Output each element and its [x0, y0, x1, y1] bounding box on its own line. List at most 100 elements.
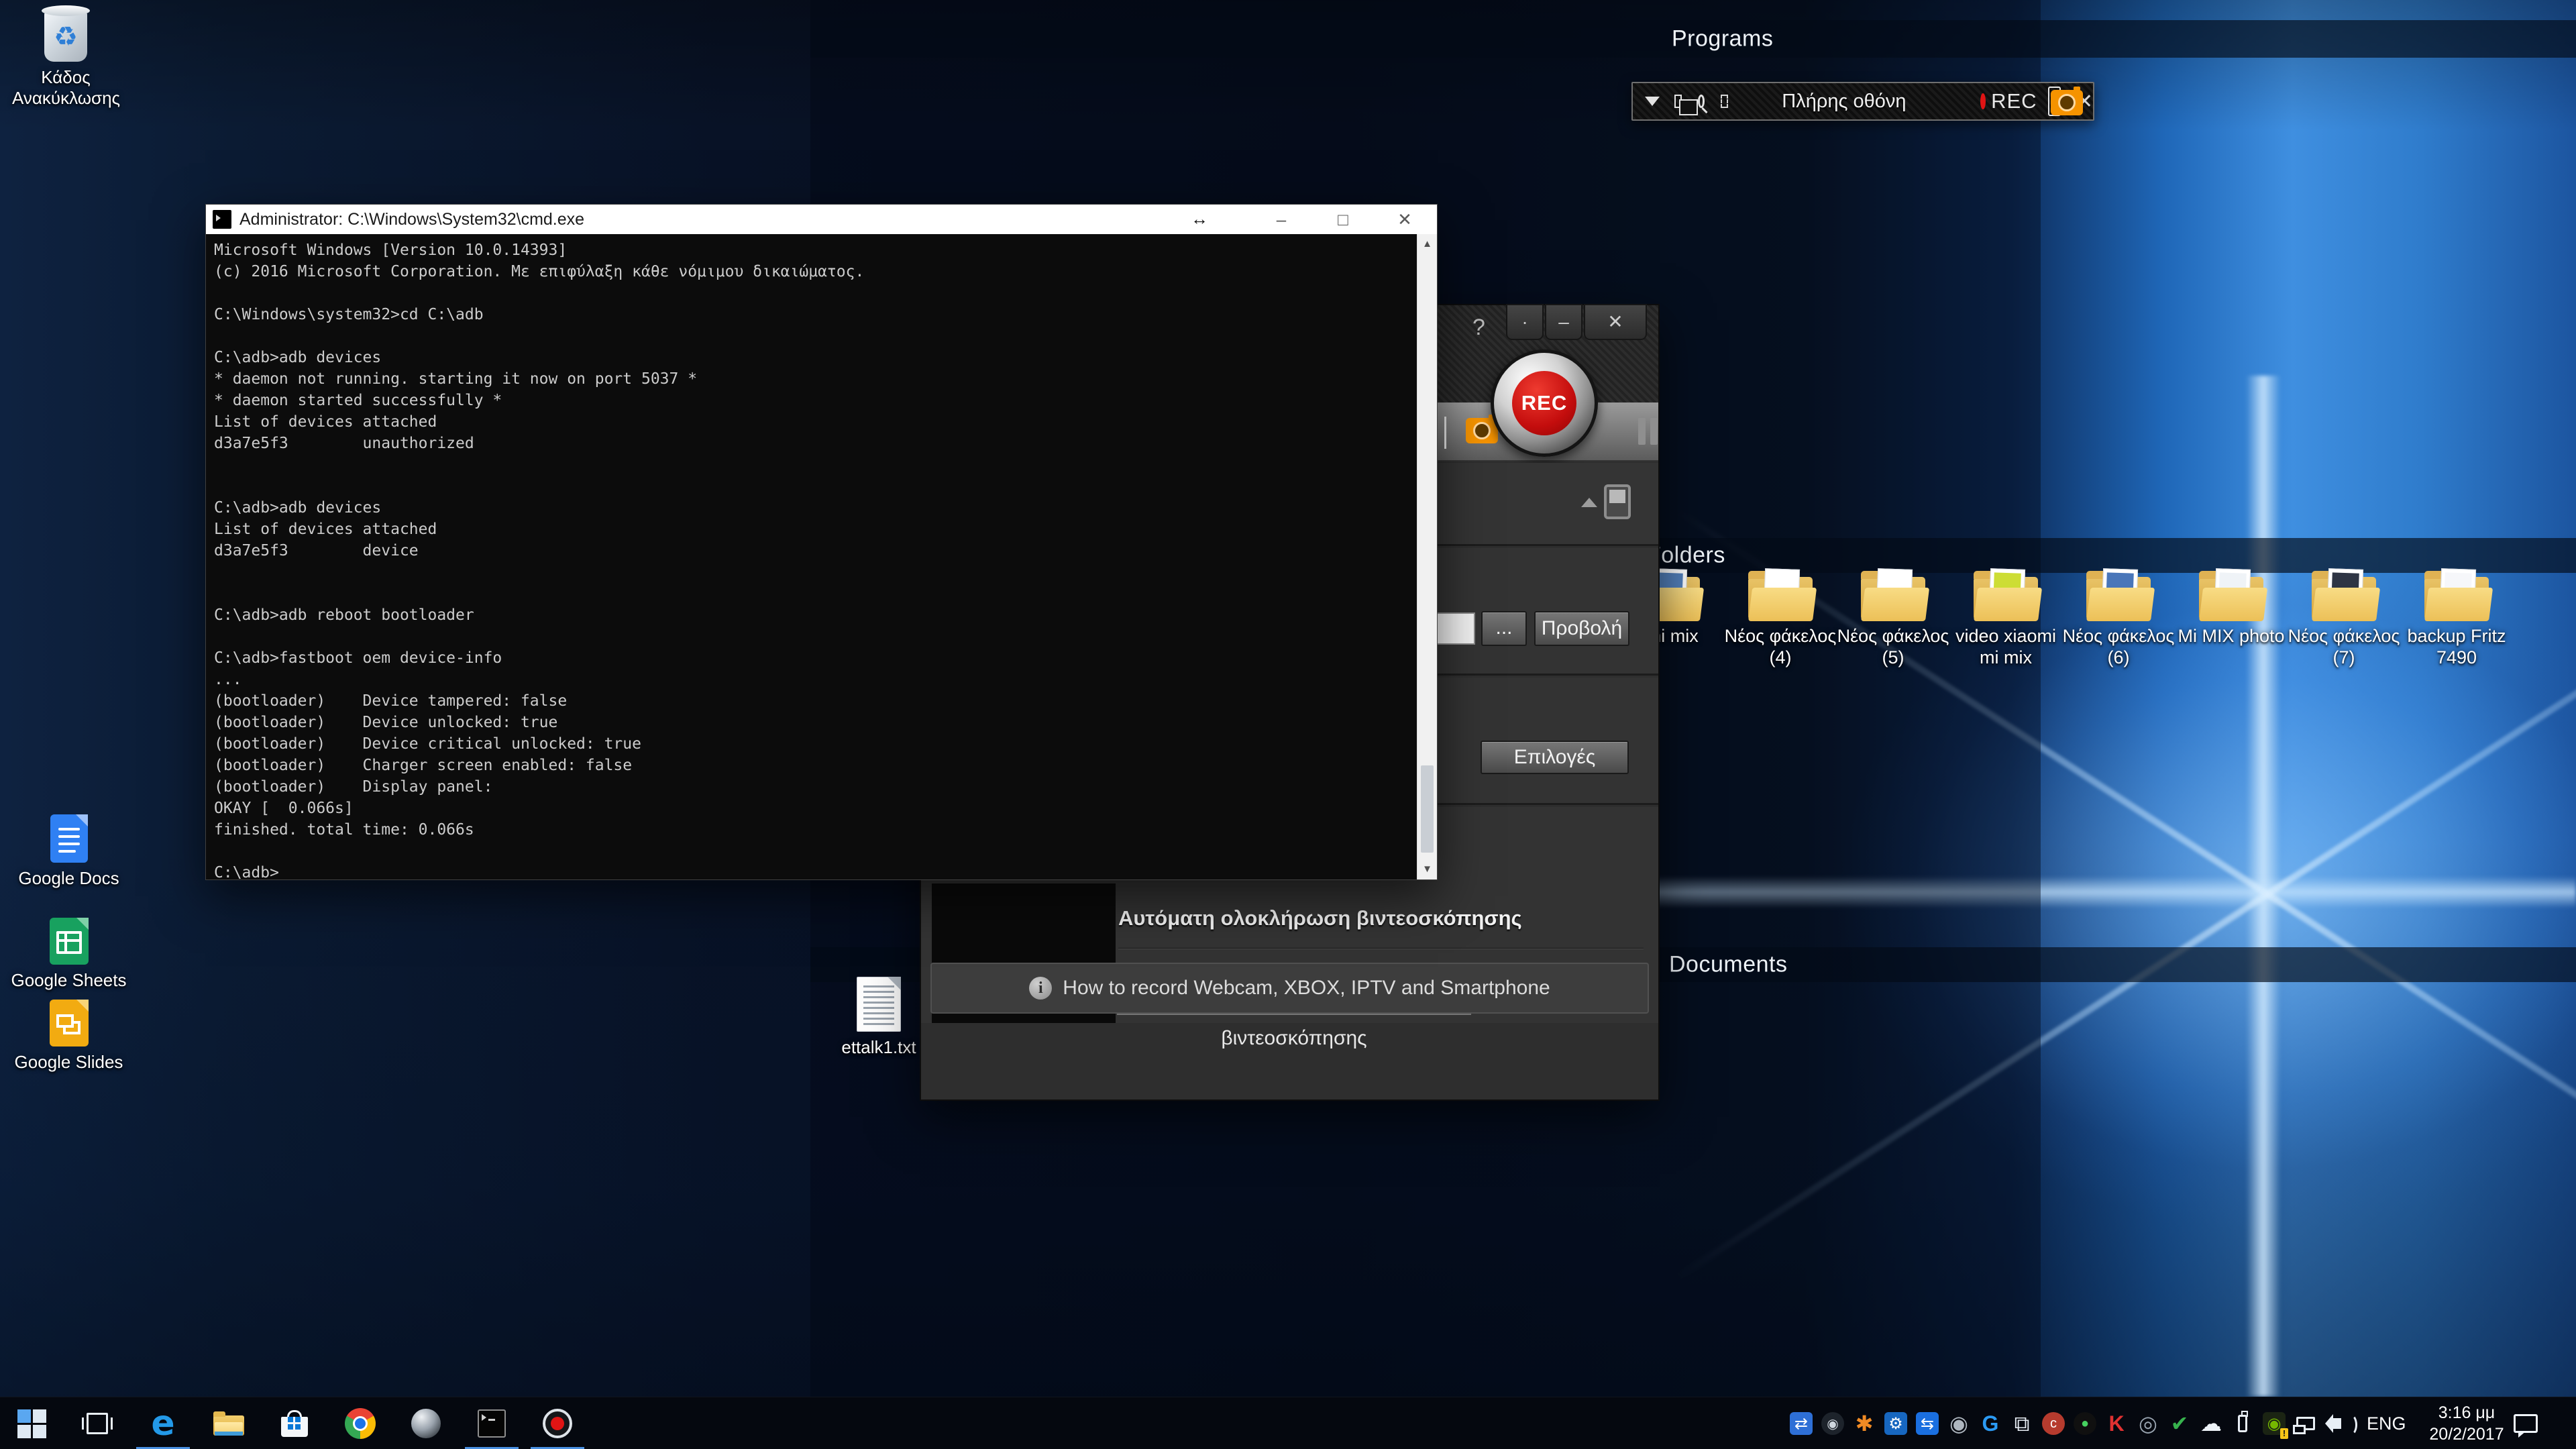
file-explorer-app[interactable] [205, 1397, 252, 1449]
info-text: How to record Webcam, XBOX, IPTV and Sma… [1063, 977, 1550, 1000]
cmd-line [214, 282, 1417, 304]
cmd-line: ... [214, 669, 1417, 690]
folder-icon [1860, 568, 1927, 621]
folder-item[interactable]: Νέος φάκελος (5) [1837, 568, 1949, 668]
minimize-button[interactable]: – [1258, 205, 1305, 234]
network-icon[interactable] [2290, 1397, 2321, 1449]
screenshot-camera-icon[interactable] [1466, 418, 1498, 443]
steam-icon[interactable]: ◉ [1817, 1397, 1848, 1449]
minimize-button[interactable]: – [1545, 304, 1582, 340]
recorder-dot-icon[interactable]: ● [2070, 1397, 2100, 1449]
region-select-icon[interactable] [1721, 95, 1728, 108]
cmd-line: d3a7e5f3 device [214, 540, 1417, 561]
gear-icon[interactable]: ⚙ [1880, 1397, 1911, 1449]
logitech-g-icon[interactable]: G [1975, 1397, 2006, 1449]
info-bar[interactable]: i How to record Webcam, XBOX, IPTV and S… [930, 963, 1649, 1014]
google-sheets-glyph [50, 918, 89, 965]
ccleaner-icon[interactable]: c [2038, 1397, 2069, 1449]
scrollbar-thumb[interactable] [1421, 765, 1434, 853]
cmd-line [214, 626, 1417, 647]
ettalk-txt-label: ettalk1.txt [822, 1037, 936, 1058]
google-sheets-icon[interactable]: Google Sheets [10, 918, 127, 991]
magnifier-icon[interactable] [1698, 95, 1705, 108]
cmd-line: List of devices attached [214, 519, 1417, 540]
edge-app[interactable]: e [140, 1397, 186, 1449]
task-view-button[interactable] [74, 1397, 121, 1449]
cmd-line: C:\adb>adb reboot bootloader [214, 604, 1417, 626]
view-button[interactable]: Προβολή [1534, 611, 1629, 646]
folder-label: video xiaomi mi mix [1949, 625, 2062, 668]
scroll-down-arrow[interactable]: ▼ [1417, 859, 1437, 879]
capture-rec-label[interactable]: REC [1991, 89, 2037, 113]
ettalk-txt-icon[interactable]: ettalk1.txt [822, 977, 936, 1058]
folder-item[interactable]: Νέος φάκελος (4) [1724, 568, 1837, 668]
cmd-titlebar[interactable]: Administrator: C:\Windows\System32\cmd.e… [206, 205, 1437, 234]
chrome-app[interactable] [337, 1397, 384, 1449]
kaspersky-icon[interactable]: K [2101, 1397, 2132, 1449]
cmd-line: Microsoft Windows [Version 10.0.14393] [214, 239, 1417, 261]
action-center-button[interactable] [2510, 1397, 2541, 1449]
cmd-scrollbar[interactable]: ▲ ▼ [1417, 234, 1437, 879]
capture-camera-button[interactable] [2048, 87, 2061, 116]
folder-item[interactable]: backup Fritz 7490 [2400, 568, 2513, 668]
volume-icon[interactable] [2322, 1397, 2353, 1449]
capture-close-button[interactable]: ✕ [2076, 90, 2093, 113]
record-dot-icon[interactable] [1980, 93, 1986, 109]
folder-icon [1972, 568, 2039, 621]
folder-item[interactable]: Mi MIX photo [2175, 568, 2288, 668]
recycle-bin-label: Κάδος Ανακύκλωσης [12, 67, 119, 109]
cmd-line: * daemon started successfully * [214, 390, 1417, 411]
folder-item[interactable]: Νέος φάκελος (6) [2062, 568, 2175, 668]
google-docs-icon[interactable]: Google Docs [10, 814, 127, 889]
browse-button[interactable]: ... [1481, 611, 1527, 646]
phone-sync-icon[interactable]: ⇄ [1786, 1397, 1817, 1449]
device-icon[interactable]: ⧉ [2006, 1397, 2037, 1449]
options-button[interactable]: Επιλογές [1481, 741, 1629, 774]
resize-cursor-icon: ↔ [1191, 209, 1208, 229]
audio-driver-icon[interactable]: ◎ [2133, 1397, 2163, 1449]
cmd-output[interactable]: Microsoft Windows [Version 10.0.14393](c… [206, 234, 1417, 879]
onedrive-cloud-icon[interactable]: ☁ [2196, 1397, 2226, 1449]
google-slides-icon[interactable]: Google Slides [10, 1000, 127, 1073]
recycle-bin-icon[interactable]: ♻ Κάδος Ανακύκλωσης [12, 11, 119, 109]
maximize-button[interactable]: □ [1320, 205, 1366, 234]
pause-icon[interactable] [1634, 418, 1661, 445]
start-button[interactable] [8, 1397, 55, 1449]
bandicam-app[interactable] [534, 1397, 581, 1449]
windows-capture-icon[interactable] [1674, 95, 1682, 108]
teamviewer-icon[interactable]: ⇆ [1912, 1397, 1943, 1449]
clock[interactable]: 3:16 μμ 20/2/2017 [2410, 1397, 2524, 1449]
language-indicator[interactable]: ENG [2367, 1397, 2406, 1449]
asterisk-icon[interactable]: ✱ [1849, 1397, 1880, 1449]
webcam-icon[interactable]: ◉ [1943, 1397, 1974, 1449]
collapse-icon[interactable] [1581, 498, 1597, 507]
usb-icon[interactable] [2227, 1397, 2258, 1449]
capture-bar: Πλήρης οθόνη REC ✕ [1631, 82, 2094, 121]
check-icon[interactable]: ✔ [2164, 1397, 2195, 1449]
store-app[interactable] [271, 1397, 318, 1449]
cmd-line: finished. total time: 0.066s [214, 819, 1417, 841]
cmd-line [214, 476, 1417, 497]
record-button[interactable]: REC [1491, 350, 1598, 457]
minimize-to-tray-button[interactable]: · [1506, 304, 1544, 340]
cmd-title: Administrator: C:\Windows\System32\cmd.e… [239, 210, 584, 229]
help-icon[interactable]: ? [1472, 315, 1485, 341]
wallpaper-beam-vertical [2246, 376, 2281, 1397]
close-button[interactable]: ✕ [1584, 304, 1647, 340]
cmd-line: C:\adb>fastboot oem device-info [214, 647, 1417, 669]
cmd-line [214, 561, 1417, 583]
separator [2069, 91, 2070, 111]
folder-item[interactable]: video xiaomi mi mix [1949, 568, 2062, 668]
nvidia-icon[interactable]: ◉! [2259, 1397, 2290, 1449]
text-file-glyph [857, 977, 901, 1032]
command-prompt-app[interactable] [468, 1397, 515, 1449]
folder-item[interactable]: Νέος φάκελος (7) [2288, 568, 2400, 668]
scroll-up-arrow[interactable]: ▲ [1417, 234, 1437, 254]
cmd-line: (bootloader) Device unlocked: true [214, 712, 1417, 733]
monitor-icon[interactable] [1604, 484, 1631, 519]
dropdown-arrow-icon[interactable] [1645, 97, 1660, 106]
orb-app[interactable] [402, 1397, 449, 1449]
cmd-line [214, 583, 1417, 604]
close-button[interactable]: ✕ [1381, 205, 1428, 234]
fence-programs-title: Programs [1672, 26, 1773, 52]
